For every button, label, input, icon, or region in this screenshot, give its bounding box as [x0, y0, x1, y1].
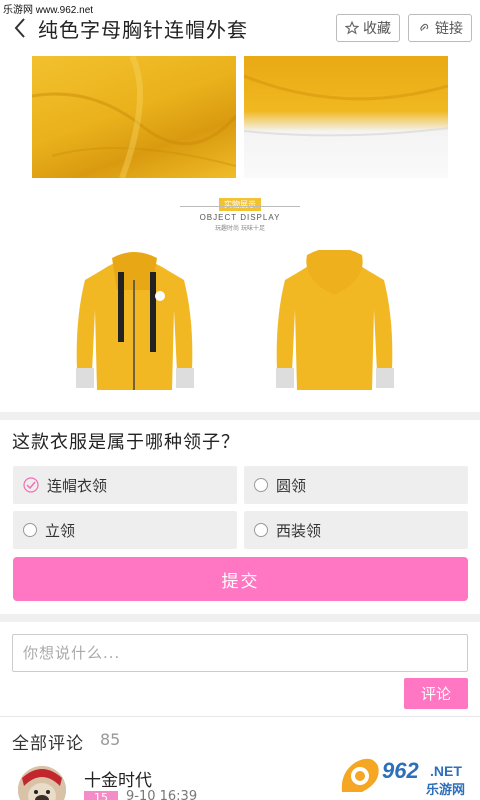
- svg-text:.NET: .NET: [430, 763, 462, 779]
- svg-text:乐游网: 乐游网: [426, 782, 465, 798]
- section-divider: [0, 614, 480, 622]
- comments-header: 全部评论: [12, 734, 84, 754]
- comment-input[interactable]: [12, 634, 468, 672]
- radio-icon: [23, 523, 37, 537]
- display-english: OBJECT DISPLAY: [199, 213, 281, 222]
- option-round-collar[interactable]: 圆领: [244, 466, 468, 504]
- divider-line: [0, 716, 480, 717]
- option-stand-collar[interactable]: 立领: [13, 511, 237, 549]
- site-watermark-text: 乐游网 www.962.net: [3, 5, 94, 16]
- submit-button[interactable]: 提交: [13, 557, 468, 601]
- object-display-label: 实物展示 OBJECT DISPLAY 玩趣时尚 玩味十足: [0, 192, 480, 232]
- site-logo-watermark: 962 .NET 乐游网: [338, 752, 474, 800]
- level-badge: 15: [84, 791, 118, 800]
- display-subtitle: 玩趣时尚 玩味十足: [215, 225, 265, 232]
- chevron-left-icon: [14, 18, 25, 38]
- option-label: 圆领: [276, 476, 307, 495]
- link-label: 链接: [435, 21, 463, 37]
- section-divider: [0, 412, 480, 420]
- radio-icon: [254, 478, 268, 492]
- star-icon: [345, 21, 359, 35]
- fabric-detail-photo: [32, 56, 236, 178]
- comment-count: 85: [100, 730, 121, 749]
- option-hooded-collar[interactable]: 连帽衣领: [13, 466, 237, 504]
- favorite-label: 收藏: [363, 21, 391, 37]
- comment-time: 9-10 16:39: [126, 789, 198, 800]
- jacket-back-image: [272, 247, 397, 399]
- favorite-button[interactable]: 收藏: [336, 14, 400, 42]
- radio-icon: [254, 523, 268, 537]
- quiz-question: 这款衣服是属于哪种领子？: [12, 432, 240, 453]
- option-label: 立领: [45, 521, 76, 540]
- option-suit-collar[interactable]: 西装领: [244, 511, 468, 549]
- product-detail-photos: [0, 56, 480, 180]
- option-label: 西装领: [276, 521, 322, 540]
- avatar[interactable]: [18, 766, 66, 800]
- comment-username: 十金时代: [84, 771, 152, 791]
- svg-text:962: 962: [382, 758, 419, 783]
- cuff-detail-photo: [244, 56, 448, 178]
- link-icon: [420, 23, 429, 31]
- jacket-front-image: [72, 250, 197, 399]
- check-circle-icon: [23, 477, 39, 493]
- option-label: 连帽衣领: [47, 476, 108, 495]
- link-button[interactable]: 链接: [408, 14, 472, 42]
- display-badge: 实物展示: [219, 198, 261, 211]
- page-title: 纯色字母胸针连帽外套: [38, 17, 248, 42]
- comment-button[interactable]: 评论: [404, 678, 468, 709]
